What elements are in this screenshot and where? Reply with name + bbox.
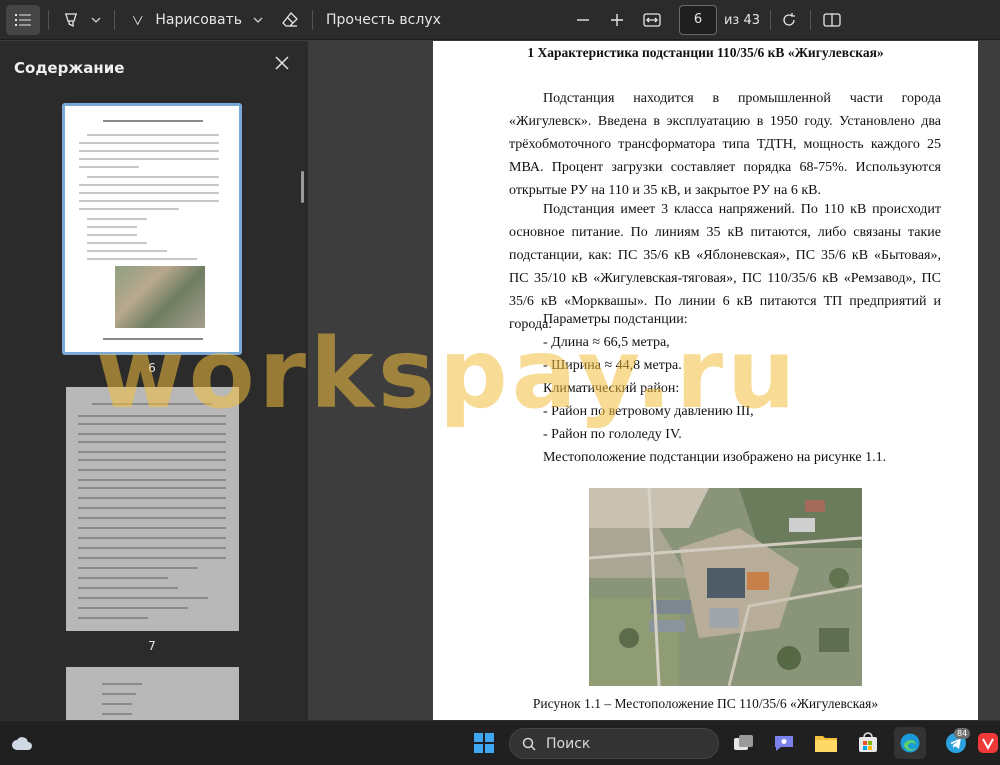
close-sidebar-button[interactable]: [274, 55, 294, 75]
eraser-icon: [282, 12, 298, 27]
section-heading: 1 Характеристика подстанции 110/35/6 кВ …: [527, 45, 884, 60]
rotate-icon: [783, 13, 795, 26]
telegram-badge: 84: [954, 728, 971, 739]
toolbar: Нарисовать Прочесть вслух 6 из 43: [0, 0, 1000, 40]
toolbar-separator: [810, 10, 811, 30]
param-line: - Район по гололеду IV.: [543, 427, 682, 442]
contents-sidebar: Содержание 6 7: [0, 41, 308, 720]
highlighter-icon: [65, 13, 77, 28]
chat-icon: [775, 736, 793, 751]
draw-dropdown[interactable]: [250, 5, 266, 35]
file-explorer-button[interactable]: [810, 727, 842, 759]
windows-icon: [474, 733, 494, 753]
weather-widget[interactable]: [6, 727, 38, 759]
minus-icon: [577, 19, 589, 21]
folder-icon: [815, 736, 837, 752]
list-icon: [15, 14, 31, 26]
highlight-dropdown[interactable]: [88, 5, 104, 35]
store-icon: [859, 732, 877, 752]
param-line: Климатический район:: [543, 381, 680, 396]
page-total: из 43: [722, 5, 762, 35]
draw-icon: [132, 15, 143, 26]
fit-width-icon: [643, 13, 661, 27]
telegram-button[interactable]: 84: [940, 727, 972, 759]
toolbar-separator: [48, 10, 49, 30]
task-view-icon: [734, 735, 753, 750]
toolbar-separator: [312, 10, 313, 30]
zoom-in-button[interactable]: [604, 5, 630, 35]
read-aloud-button[interactable]: Прочесть вслух: [322, 5, 441, 35]
weather-cloud-icon: [12, 737, 32, 750]
fit-to-width-button[interactable]: [638, 5, 666, 35]
close-icon: [275, 56, 289, 70]
page-view-icon: [823, 13, 841, 27]
document-page: 1 Характеристика подстанции 110/35/6 кВ …: [433, 41, 978, 720]
draw-label: Нарисовать: [155, 12, 242, 28]
thumbnail-label-6: 6: [148, 361, 156, 375]
page-thumbnail-8[interactable]: [66, 667, 239, 720]
page-total-label: из 43: [723, 12, 761, 28]
location-map-image: [589, 488, 862, 686]
page-thumbnail-7[interactable]: [66, 387, 239, 631]
sidebar-title: Содержание: [14, 59, 125, 77]
param-line: - Ширина ≈ 44,8 метра.: [543, 358, 682, 373]
toolbar-separator: [770, 10, 771, 30]
highlight-button[interactable]: [58, 5, 84, 35]
vivaldi-icon: [978, 733, 998, 753]
thumbnail-map-image: [115, 266, 205, 328]
page-view-button[interactable]: [818, 5, 846, 35]
task-view-button[interactable]: [728, 727, 760, 759]
erase-button[interactable]: [276, 5, 304, 35]
param-line: Местоположение подстанции изображено на …: [543, 450, 887, 465]
page-thumbnail-6[interactable]: [62, 103, 242, 355]
contents-toggle-button[interactable]: [6, 5, 40, 35]
start-button[interactable]: [468, 727, 500, 759]
param-line: - Длина ≈ 66,5 метра,: [543, 335, 670, 350]
taskbar-search[interactable]: Поиск: [509, 728, 719, 759]
figure-caption: Рисунок 1.1 – Местоположение ПС 110/35/6…: [532, 696, 879, 711]
microsoft-store-button[interactable]: [852, 727, 884, 759]
sidebar-scrollbar[interactable]: [301, 171, 304, 203]
search-icon: [522, 737, 536, 751]
rotate-button[interactable]: [776, 5, 802, 35]
taskbar: Поиск 84: [0, 720, 1000, 765]
toolbar-separator: [114, 10, 115, 30]
zoom-out-button[interactable]: [570, 5, 596, 35]
edge-icon: [900, 733, 920, 753]
teams-button[interactable]: [768, 727, 800, 759]
plus-icon: [611, 14, 623, 26]
chevron-down-icon: [253, 17, 263, 23]
chevron-down-icon: [91, 17, 101, 23]
vivaldi-button[interactable]: [976, 727, 1000, 759]
param-line: - Район по ветровому давлению III,: [543, 404, 754, 419]
param-line: Параметры подстанции:: [543, 312, 688, 327]
page-number-input[interactable]: 6: [679, 5, 717, 35]
read-aloud-label: Прочесть вслух: [326, 12, 441, 28]
thumbnail-label-7: 7: [148, 639, 156, 653]
search-label: Поиск: [546, 735, 591, 752]
draw-button[interactable]: Нарисовать: [132, 5, 242, 35]
paragraph-1: Подстанция находится в промышленной част…: [509, 91, 941, 198]
edge-button[interactable]: [894, 727, 926, 759]
